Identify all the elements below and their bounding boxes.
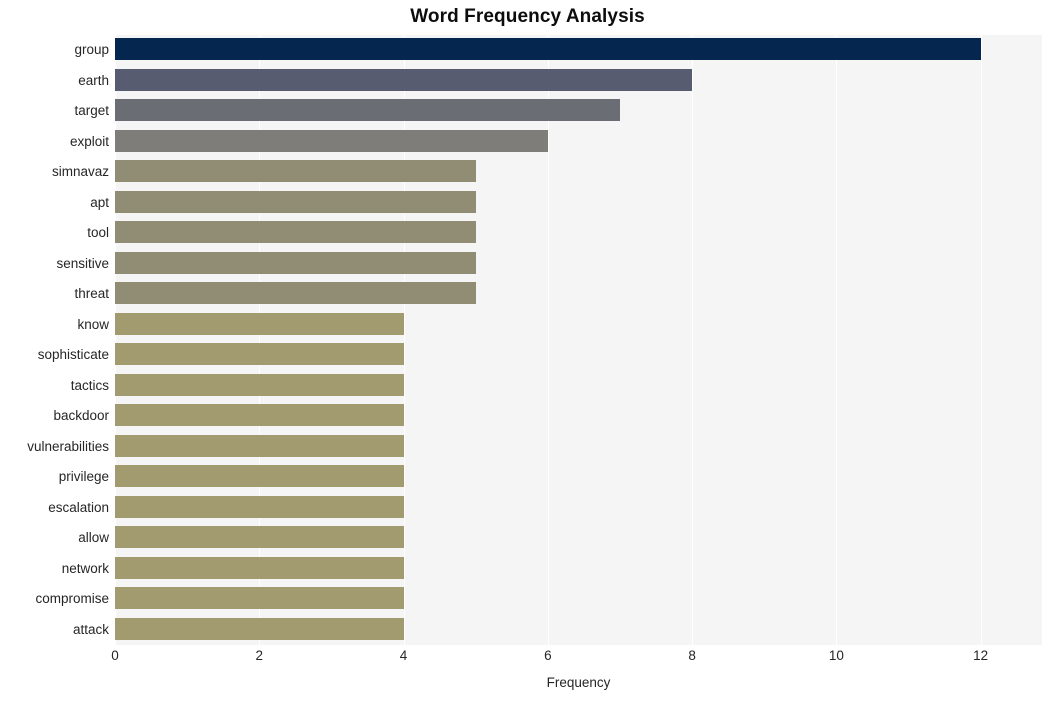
y-tick-label-exploit: exploit <box>69 133 109 149</box>
y-tick-label-sophisticate: sophisticate <box>37 347 109 362</box>
bar-row <box>115 218 1042 249</box>
x-tick-label-4: 4 <box>399 648 408 663</box>
y-tick-label-target: target <box>74 103 109 118</box>
y-tick-label-sensitive: sensitive <box>56 255 109 271</box>
y-axis-tick-labels: group earth target exploit simnavaz apt tool se… <box>0 35 109 645</box>
bar-row <box>115 127 1042 158</box>
bar-row <box>115 35 1042 66</box>
y-tick-label-threat: threat <box>74 286 109 301</box>
y-tick-label-vulnerabilities: vulnerabilities <box>27 438 109 454</box>
bar-vulnerabilities[interactable] <box>115 434 404 457</box>
y-tick-label-know: know <box>77 316 109 332</box>
y-tick-label-apt: apt <box>90 194 109 210</box>
bar-row <box>115 66 1042 97</box>
y-tick-label-network: network <box>61 560 109 576</box>
bar-row <box>115 554 1042 585</box>
y-tick-label-backdoor: backdoor <box>53 408 109 423</box>
bar-row <box>115 432 1042 463</box>
x-tick-label-6: 6 <box>544 648 552 663</box>
bars-layer <box>115 35 1042 645</box>
y-tick-label-allow: allow <box>78 530 109 545</box>
y-tick-label-escalation: escalation <box>48 499 109 515</box>
word-frequency-chart-figure: Word Frequency Analysis group earth target… <box>0 0 1055 701</box>
bar-allow[interactable] <box>115 526 404 549</box>
bar-privilege[interactable] <box>115 465 404 488</box>
bar-tactics[interactable] <box>115 373 404 396</box>
x-tick-label-0: 0 <box>111 648 119 663</box>
bar-sensitive[interactable] <box>115 251 476 274</box>
y-tick-label-earth: earth <box>78 72 109 88</box>
bar-escalation[interactable] <box>115 495 404 518</box>
bar-row <box>115 462 1042 493</box>
y-tick-label-compromise: compromise <box>35 591 109 606</box>
bar-sophisticate[interactable] <box>115 343 404 366</box>
bar-threat[interactable] <box>115 282 476 305</box>
x-tick-label-10: 10 <box>828 648 844 663</box>
bar-tool[interactable] <box>115 221 476 244</box>
y-tick-label-tactics: tactics <box>70 377 109 393</box>
y-tick-label-privilege: privilege <box>58 469 109 484</box>
bar-row <box>115 371 1042 402</box>
y-tick-label-attack: attack <box>72 621 109 637</box>
bar-earth[interactable] <box>115 68 693 91</box>
bar-row <box>115 401 1042 432</box>
bar-row <box>115 584 1042 615</box>
bar-row <box>115 523 1042 554</box>
y-tick-label-tool: tool <box>87 225 109 240</box>
bar-row <box>115 493 1042 524</box>
bar-know[interactable] <box>115 312 404 335</box>
y-tick-label-group: group <box>74 42 109 57</box>
bar-row <box>115 188 1042 219</box>
x-axis-title: Frequency <box>546 675 611 690</box>
bar-group[interactable] <box>115 38 981 61</box>
bar-target[interactable] <box>115 99 620 122</box>
bar-row <box>115 157 1042 188</box>
bar-row <box>115 310 1042 341</box>
x-axis-tick-labels: 0 2 4 6 8 10 12 <box>111 648 1042 670</box>
bar-network[interactable] <box>115 556 404 579</box>
bar-simnavaz[interactable] <box>115 160 476 183</box>
x-tick-label-8: 8 <box>688 648 696 663</box>
y-tick-label-simnavaz: simnavaz <box>51 164 109 179</box>
bar-compromise[interactable] <box>115 587 404 610</box>
bar-attack[interactable] <box>115 617 404 640</box>
chart-title: Word Frequency Analysis <box>410 6 645 27</box>
x-tick-label-12: 12 <box>973 648 989 663</box>
bar-row <box>115 279 1042 310</box>
x-tick-label-2: 2 <box>255 648 264 663</box>
bar-row <box>115 340 1042 371</box>
bar-row <box>115 615 1042 646</box>
bar-apt[interactable] <box>115 190 476 213</box>
bar-row <box>115 96 1042 127</box>
bar-row <box>115 249 1042 280</box>
bar-exploit[interactable] <box>115 129 548 152</box>
bar-backdoor[interactable] <box>115 404 404 427</box>
